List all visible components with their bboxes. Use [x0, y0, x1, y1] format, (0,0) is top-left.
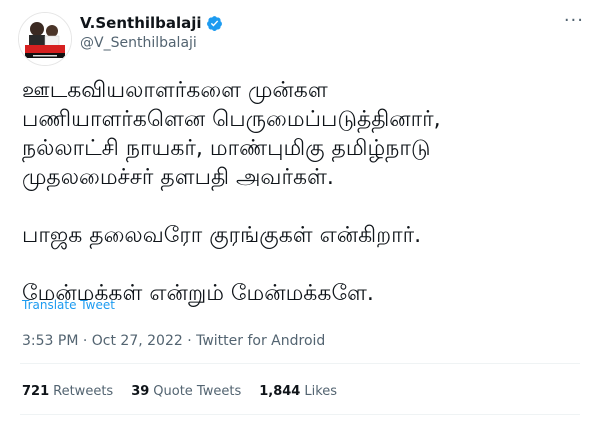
- author-name-row[interactable]: V.Senthilbalaji: [80, 14, 223, 32]
- author-display-name[interactable]: V.Senthilbalaji: [80, 14, 202, 32]
- tweet-line: ஊடகவியலாளர்களை முன்கள: [22, 78, 328, 103]
- tweet-line: பணியாளர்களென பெருமைப்படுத்தினார்,: [22, 107, 441, 132]
- quote-tweets-stat[interactable]: 39 Quote Tweets: [131, 384, 241, 399]
- tweet-body: ஊடகவியலாளர்களை முன்கள பணியாளர்களென பெரும…: [22, 76, 582, 308]
- tweet-line: பாஜக தலைவரோ குரங்குகள் என்கிறார்.: [22, 223, 422, 248]
- translate-tweet-link[interactable]: Translate Tweet: [22, 298, 115, 312]
- divider: [20, 363, 580, 364]
- tweet-line: முதலமைச்சர் தளபதி அவர்கள்.: [22, 165, 334, 190]
- tweet-card: V.Senthilbalaji @V_Senthilbalaji ··· ஊடக…: [0, 0, 600, 426]
- tweet-stats: 721 Retweets 39 Quote Tweets 1,844 Likes: [22, 384, 337, 399]
- verified-icon: [206, 15, 222, 31]
- avatar-image-icon: [19, 13, 71, 65]
- tweet-timestamp-source[interactable]: 3:53 PM · Oct 27, 2022 · Twitter for And…: [22, 333, 325, 349]
- retweets-stat[interactable]: 721 Retweets: [22, 384, 113, 399]
- more-icon[interactable]: ···: [564, 10, 584, 31]
- author-handle[interactable]: @V_Senthilbalaji: [80, 35, 197, 51]
- tweet-line: நல்லாட்சி நாயகர், மாண்புமிகு தமிழ்நாடு: [22, 136, 431, 161]
- avatar[interactable]: [18, 12, 72, 66]
- divider: [20, 414, 580, 415]
- likes-stat[interactable]: 1,844 Likes: [259, 384, 337, 399]
